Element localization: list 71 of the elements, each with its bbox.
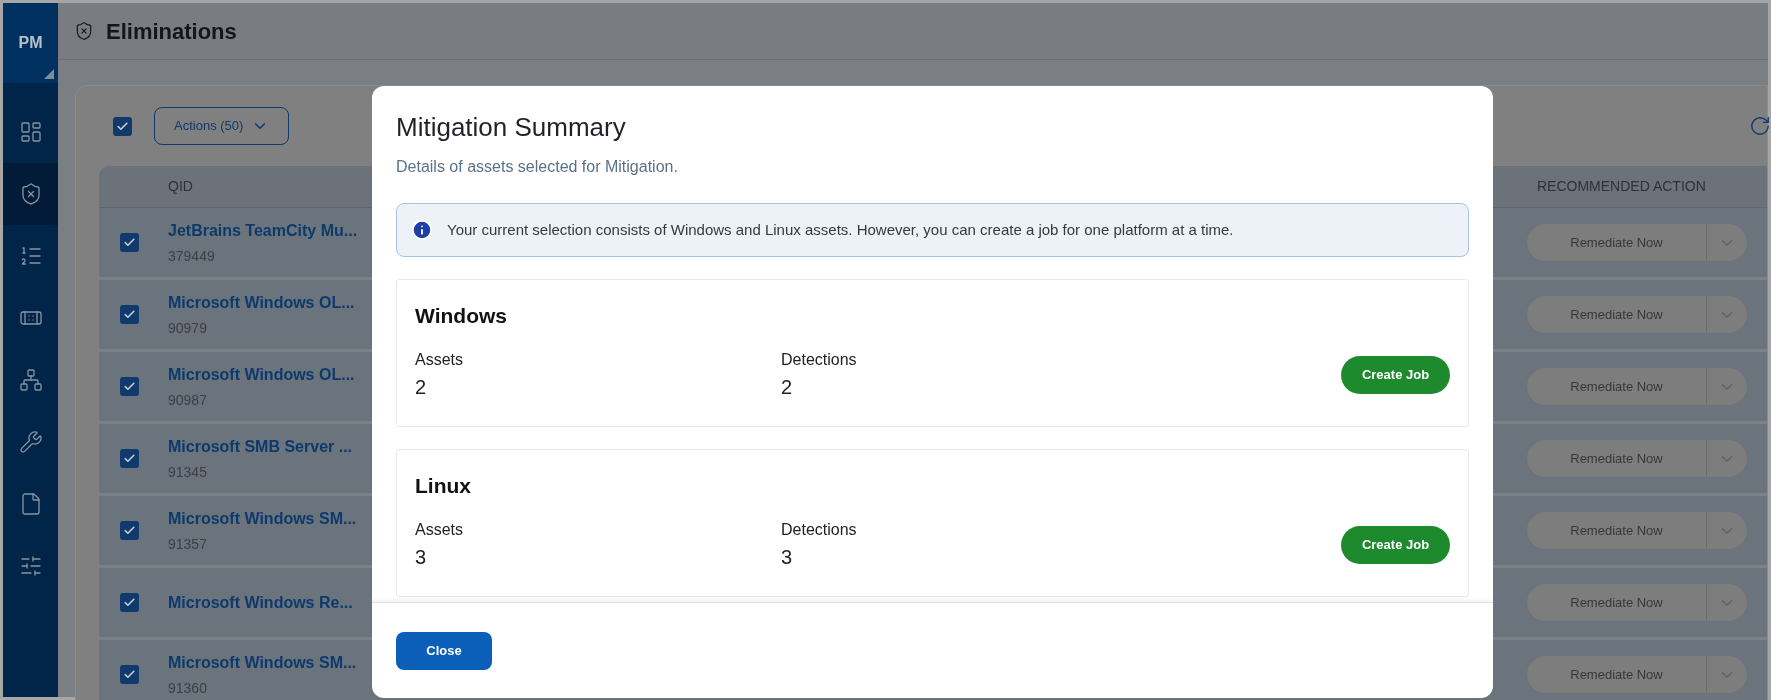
create-job-button[interactable]: Create Job <box>1341 355 1450 394</box>
assets-count: 2 <box>415 374 428 400</box>
assets-count: 3 <box>415 544 428 570</box>
dialog-title: Mitigation Summary <box>396 111 627 144</box>
remediate-split-button[interactable]: Remediate Now <box>1527 584 1747 621</box>
remediate-split-button[interactable]: Remediate Now <box>1527 440 1747 477</box>
info-icon <box>411 219 433 241</box>
remediate-button[interactable]: Remediate Now <box>1527 224 1707 261</box>
remediate-split-button[interactable]: Remediate Now <box>1527 296 1747 333</box>
user-avatar[interactable]: PM <box>3 3 58 83</box>
detections-label: Detections <box>781 349 858 370</box>
checkmark-icon <box>123 380 136 393</box>
vulnerability-title[interactable]: Microsoft Windows SM... <box>168 650 357 675</box>
qid-text: 90987 <box>168 390 208 410</box>
vulnerability-title[interactable]: Microsoft Windows OL... <box>168 362 355 387</box>
platform-name: Linux <box>415 473 472 499</box>
remediate-split-button[interactable]: Remediate Now <box>1527 368 1747 405</box>
network-icon <box>18 368 43 392</box>
dialog-subtitle: Details of assets selected for Mitigation. <box>396 157 679 177</box>
checkbox[interactable] <box>120 521 139 540</box>
page-title: Eliminations <box>106 17 237 46</box>
shield-icon <box>74 21 94 41</box>
vulnerability-title[interactable]: Microsoft SMB Server ... <box>168 434 353 459</box>
remediate-split-button[interactable]: Remediate Now <box>1527 512 1747 549</box>
checkbox[interactable] <box>120 665 139 684</box>
tools-icon <box>18 430 43 454</box>
assets-label: Assets <box>415 349 464 370</box>
checkmark-icon <box>116 119 129 133</box>
assets-label: Assets <box>415 519 464 540</box>
checkmark-icon <box>123 452 136 465</box>
checkmark-icon <box>123 236 136 249</box>
checkmark-icon <box>123 668 136 681</box>
column-header: QID <box>168 177 193 196</box>
remediate-button[interactable]: Remediate Now <box>1527 368 1707 405</box>
checkbox[interactable] <box>120 377 139 396</box>
checkmark-icon <box>123 308 136 321</box>
checkbox[interactable] <box>113 116 132 136</box>
remediate-button[interactable]: Remediate Now <box>1527 296 1707 333</box>
detections-count: 2 <box>781 374 794 400</box>
detections-count: 3 <box>781 544 794 570</box>
platform-name: Windows <box>415 303 508 329</box>
close-button[interactable]: Close <box>396 631 492 670</box>
qid-text: 91360 <box>168 678 208 698</box>
vulnerability-title[interactable]: Microsoft Windows SM... <box>168 506 357 531</box>
dashboard-icon <box>18 120 43 144</box>
checkmark-icon <box>123 596 136 609</box>
remediate-button[interactable]: Remediate Now <box>1527 656 1707 693</box>
qid-text: 91357 <box>168 534 208 554</box>
remediate-button[interactable]: Remediate Now <box>1527 440 1707 477</box>
checkbox[interactable] <box>120 449 139 468</box>
qid-text: 90979 <box>168 318 208 338</box>
qid-text: 379449 <box>168 246 216 266</box>
checkbox[interactable] <box>120 305 139 324</box>
remediate-button[interactable]: Remediate Now <box>1527 512 1707 549</box>
qid-text: 91345 <box>168 462 208 482</box>
detections-label: Detections <box>781 519 858 540</box>
info-text: Your current selection consists of Windows and Linux assets. However, you can create a job for one platform at a time. <box>447 219 1234 240</box>
checkmark-icon <box>123 524 136 537</box>
checkbox[interactable] <box>120 233 139 252</box>
sidebar-item[interactable] <box>3 163 58 225</box>
checkbox[interactable] <box>120 593 139 612</box>
create-job-button[interactable]: Create Job <box>1341 525 1450 564</box>
vulnerability-title[interactable]: JetBrains TeamCity Mu... <box>168 218 358 243</box>
remediate-split-button[interactable]: Remediate Now <box>1527 224 1747 261</box>
remediate-button[interactable]: Remediate Now <box>1527 584 1707 621</box>
refresh-icon[interactable] <box>1749 115 1771 137</box>
vulnerability-title[interactable]: Microsoft Windows Re... <box>168 590 353 615</box>
vulnerability-title[interactable]: Microsoft Windows OL... <box>168 290 355 315</box>
actions-dropdown[interactable]: Actions (50) <box>154 107 290 145</box>
remediate-split-button[interactable]: Remediate Now <box>1527 656 1747 693</box>
column-header: RECOMMENDED ACTION <box>1537 177 1707 196</box>
